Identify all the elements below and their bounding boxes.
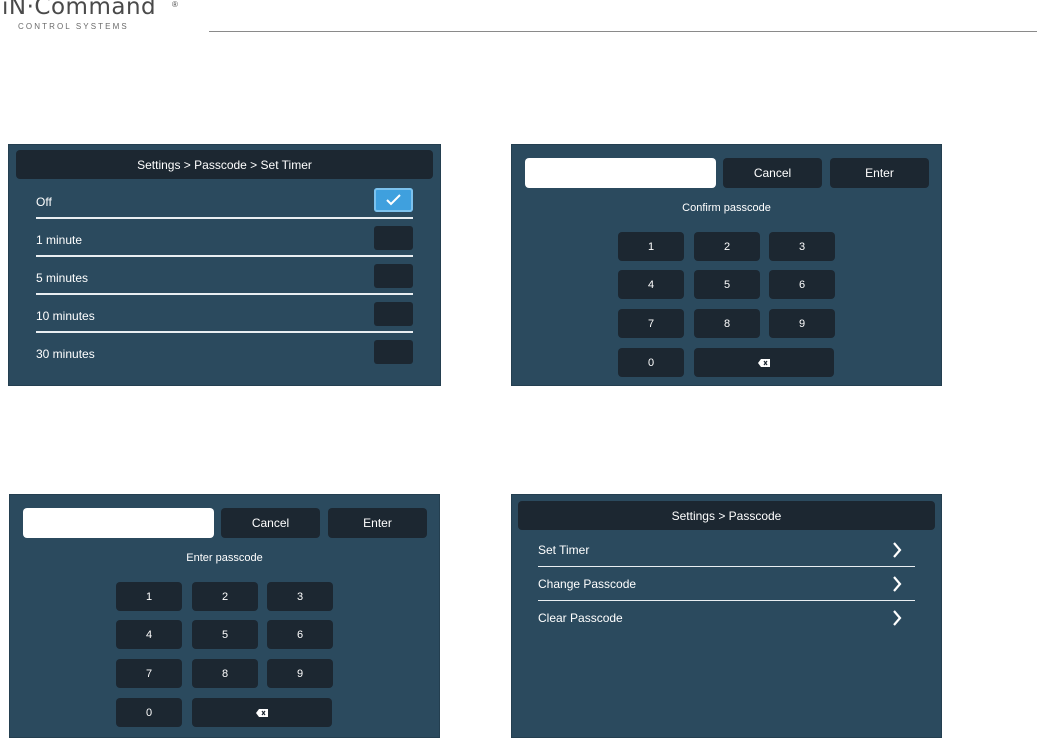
timer-option-checkbox[interactable] [374, 264, 413, 288]
enter-key-5[interactable]: 5 [192, 620, 258, 649]
timer-option-checkbox[interactable] [374, 340, 413, 364]
enter-prompt: Enter passcode [186, 552, 263, 564]
registered-mark: ® [172, 0, 178, 9]
row-divider [36, 331, 413, 333]
row-divider [36, 293, 413, 295]
brand-tagline: CONTROL SYSTEMS [18, 22, 129, 31]
confirm-prompt: Confirm passcode [682, 202, 771, 214]
timer-option-row[interactable]: Off [8, 183, 441, 221]
confirm-passcode-field[interactable] [525, 158, 716, 188]
row-divider [36, 255, 413, 257]
enter-key-4[interactable]: 4 [116, 620, 182, 649]
timer-option-checkbox[interactable] [374, 226, 413, 250]
chevron-right-icon [893, 610, 902, 626]
confirm-key-1[interactable]: 1 [618, 232, 684, 261]
enter-key-6[interactable]: 6 [267, 620, 333, 649]
menu-item[interactable]: Clear Passcode [511, 602, 942, 634]
passcode-menu-screen: Settings > Passcode Set Timer Change Pass… [511, 494, 942, 738]
brand-logo: iN·Command [2, 0, 157, 20]
confirm-key-3[interactable]: 3 [769, 232, 835, 261]
enter-enter-button[interactable]: Enter [328, 508, 427, 538]
timer-breadcrumb: Settings > Passcode > Set Timer [16, 150, 433, 179]
confirm-key-0[interactable]: 0 [618, 348, 684, 377]
header-divider [209, 31, 1037, 32]
enter-passcode-screen: Cancel Enter Enter passcode 123 456 789 0 [9, 494, 440, 738]
timer-option-label: 30 minutes [36, 347, 95, 361]
confirm-key-9[interactable]: 9 [769, 309, 835, 338]
breadcrumb-text: Settings > Passcode [671, 508, 782, 523]
timer-option-checkbox[interactable] [374, 302, 413, 326]
confirm-key-7[interactable]: 7 [618, 309, 684, 338]
timer-option-label: 5 minutes [36, 271, 89, 285]
menu-item[interactable]: Set Timer [511, 534, 942, 566]
timer-option-row[interactable]: 10 minutes [8, 297, 441, 335]
confirm-key-6[interactable]: 6 [769, 270, 835, 299]
menu-item-label: Set Timer [538, 543, 590, 557]
menu-item[interactable]: Change Passcode [511, 568, 942, 600]
confirm-passcode-screen: Cancel Enter Confirm passcode 123 456 789 0 [511, 144, 942, 386]
confirm-cancel-button[interactable]: Cancel [723, 158, 822, 188]
backspace-icon [758, 358, 770, 367]
passcode-breadcrumb: Settings > Passcode [518, 501, 935, 530]
check-icon [386, 194, 401, 206]
timer-option-label: 10 minutes [36, 309, 95, 323]
breadcrumb-text: Settings > Passcode > Set Timer [137, 157, 312, 172]
timer-option-row[interactable]: 30 minutes [8, 335, 441, 373]
timer-screen: Settings > Passcode > Set Timer Off 1 min… [8, 144, 441, 386]
menu-item-label: Clear Passcode [538, 611, 623, 625]
timer-option-row[interactable]: 1 minute [8, 221, 441, 259]
timer-option-label: Off [36, 195, 52, 209]
enter-key-3[interactable]: 3 [267, 582, 333, 611]
chevron-right-icon [893, 576, 902, 592]
confirm-key-8[interactable]: 8 [694, 309, 760, 338]
timer-option-label: 1 minute [36, 233, 83, 247]
enter-key-9[interactable]: 9 [267, 659, 333, 688]
enter-passcode-field[interactable] [23, 508, 214, 538]
chevron-right-icon [893, 542, 902, 558]
row-divider [538, 600, 915, 601]
enter-cancel-button[interactable]: Cancel [221, 508, 320, 538]
confirm-enter-button[interactable]: Enter [830, 158, 929, 188]
enter-key-1[interactable]: 1 [116, 582, 182, 611]
enter-key-2[interactable]: 2 [192, 582, 258, 611]
enter-key-7[interactable]: 7 [116, 659, 182, 688]
confirm-backspace-key[interactable] [694, 348, 834, 377]
row-divider [538, 566, 915, 567]
timer-option-checkbox[interactable] [374, 188, 413, 212]
enter-key-0[interactable]: 0 [116, 698, 182, 727]
menu-item-label: Change Passcode [538, 577, 637, 591]
enter-backspace-key[interactable] [192, 698, 332, 727]
enter-key-8[interactable]: 8 [192, 659, 258, 688]
row-divider [36, 217, 413, 219]
timer-option-row[interactable]: 5 minutes [8, 259, 441, 297]
confirm-key-4[interactable]: 4 [618, 270, 684, 299]
backspace-icon [256, 708, 268, 717]
confirm-key-2[interactable]: 2 [694, 232, 760, 261]
confirm-key-5[interactable]: 5 [694, 270, 760, 299]
